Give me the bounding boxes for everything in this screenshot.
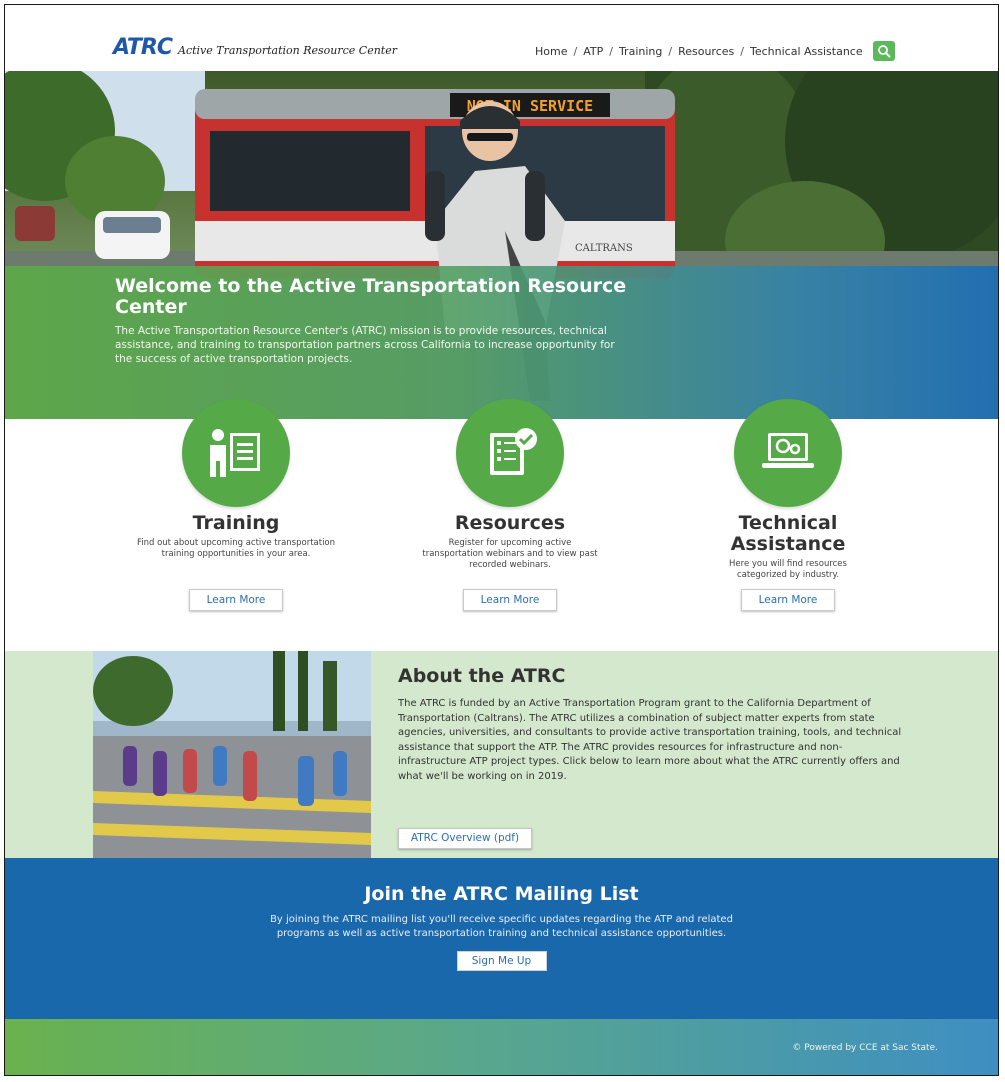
nav-resources[interactable]: Resources	[678, 45, 734, 58]
feature-description: Here you will find resources categorized…	[729, 559, 847, 580]
feature-title: Training	[192, 512, 280, 534]
hero-description: The Active Transportation Resource Cente…	[115, 325, 615, 365]
nav-separator: /	[668, 44, 673, 58]
nav-separator: /	[740, 44, 744, 58]
learn-more-resources-button[interactable]: Learn More	[463, 589, 557, 611]
logo-mark: ATRC	[113, 35, 173, 60]
about-title: About the ATRC	[398, 665, 566, 687]
mailing-title: Join the ATRC Mailing List	[364, 883, 639, 905]
nav-separator: /	[573, 44, 578, 58]
learn-more-training-button[interactable]: Learn More	[189, 589, 283, 611]
mailing-description: By joining the ATRC mailing list you'll …	[270, 914, 733, 939]
footer-credit: © Powered by CCE at Sac State.	[792, 1043, 938, 1053]
about-text: The ATRC is funded by an Active Transpor…	[398, 698, 902, 782]
feature-description: Register for upcoming active transportat…	[422, 538, 598, 570]
checklist-icon[interactable]	[456, 399, 564, 507]
sign-me-up-button[interactable]: Sign Me Up	[456, 951, 547, 971]
learn-more-technical-assistance-button[interactable]: Learn More	[741, 589, 835, 611]
nav-separator: /	[609, 44, 613, 58]
about-section: About the ATRC The ATRC is funded by an …	[5, 651, 998, 858]
search-icon	[877, 45, 891, 58]
hero-text: Welcome to the Active Transportation Res…	[115, 276, 635, 366]
search-button[interactable]	[872, 41, 895, 61]
site-header: ATRC Active Transportation Resource Cent…	[5, 5, 998, 71]
nav-atp[interactable]: ATP	[583, 45, 603, 58]
site-footer: © Powered by CCE at Sac State.	[5, 1019, 998, 1075]
site-logo[interactable]: ATRC Active Transportation Resource Cent…	[113, 35, 397, 60]
page-frame: ATRC Active Transportation Resource Cent…	[4, 4, 999, 1076]
about-photo	[93, 651, 371, 858]
hero-title: Welcome to the Active Transportation Res…	[115, 275, 627, 318]
nav-technical-assistance[interactable]: Technical Assistance	[750, 45, 863, 58]
presentation-icon[interactable]	[182, 399, 290, 507]
feature-training: Training Find out about upcoming active …	[111, 399, 361, 611]
feature-title: Resources	[454, 512, 566, 534]
feature-title: Technical Assistance	[730, 512, 846, 555]
atrc-overview-button[interactable]: ATRC Overview (pdf)	[398, 828, 532, 849]
main-nav: Home / ATP / Training / Resources / Tech…	[535, 41, 895, 61]
feature-description: Find out about upcoming active transport…	[136, 538, 336, 559]
logo-text: Active Transportation Resource Center	[178, 44, 397, 57]
hero-banner: NOT IN SERVICE CALTRANS Welcome to the A…	[5, 71, 998, 419]
gears-laptop-icon[interactable]	[734, 399, 842, 507]
nav-training[interactable]: Training	[619, 45, 662, 58]
nav-home[interactable]: Home	[535, 45, 567, 58]
feature-technical-assistance: Technical Assistance Here you will find …	[663, 399, 913, 611]
features-section: Training Find out about upcoming active …	[5, 399, 998, 651]
about-content: About the ATRC The ATRC is funded by an …	[398, 665, 910, 784]
feature-resources: Resources Register for upcoming active t…	[385, 399, 635, 611]
bus-lettering: CALTRANS	[575, 243, 633, 254]
mailing-list-section: Join the ATRC Mailing List By joining th…	[5, 858, 998, 1019]
